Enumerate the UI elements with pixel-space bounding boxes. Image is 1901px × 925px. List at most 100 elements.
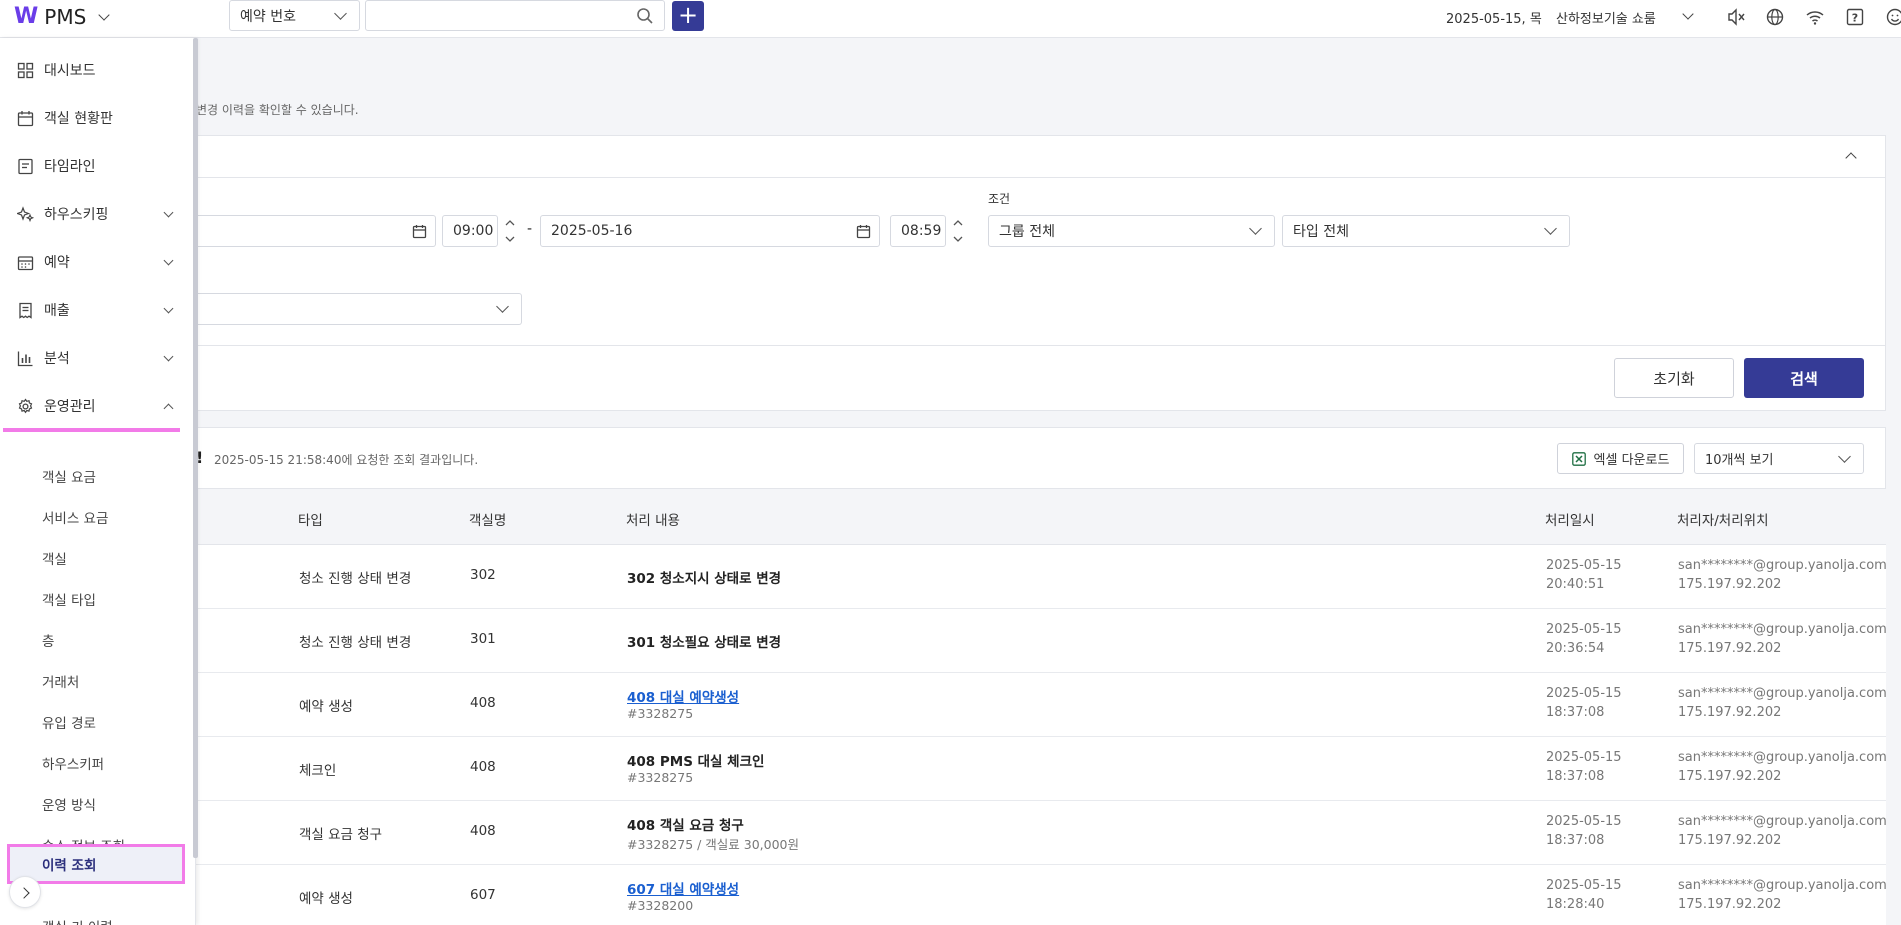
- sidebar-scrollbar[interactable]: [193, 38, 198, 858]
- sidebar-item-label: 하우스키핑: [44, 207, 109, 223]
- row-ip: 175.197.92.202: [1678, 577, 1782, 592]
- app-logo[interactable]: W PMS: [14, 4, 110, 29]
- row-content: 301 청소필요 상태로 변경: [627, 635, 782, 651]
- calendar-icon[interactable]: [856, 224, 871, 239]
- sidebar-item-reservation[interactable]: 예약: [0, 240, 192, 284]
- search-button[interactable]: 검색: [1744, 358, 1864, 398]
- table-row[interactable]: 예약 생성 607 607 대실 예약생성 #3328200 2025-05-15 18:…: [196, 865, 1887, 925]
- user-icon[interactable]: [1884, 6, 1901, 28]
- row-content-link[interactable]: 408 대실 예약생성: [627, 686, 739, 706]
- column-header-datetime: 처리일시: [1545, 513, 1595, 529]
- sidebar-subitem-room-key-history[interactable]: 객실 키 이력: [0, 906, 192, 925]
- search-icon[interactable]: [636, 7, 654, 25]
- extra-filter-select[interactable]: [196, 293, 522, 325]
- sidebar-subitem-operation-mode[interactable]: 운영 방식: [0, 784, 192, 824]
- chevron-right-icon: [18, 887, 30, 899]
- row-date: 2025-05-15: [1546, 750, 1622, 765]
- row-user: san********@group.yanolja.com: [1678, 814, 1887, 829]
- receipt-icon: [19, 302, 32, 319]
- start-date-field[interactable]: [196, 215, 436, 247]
- row-detail: #3328275 / 객실료 30,000원: [627, 837, 800, 852]
- chevron-down-icon: [163, 255, 174, 266]
- table-row[interactable]: 예약 생성 408 408 대실 예약생성 #3328275 2025-05-15 18:…: [196, 673, 1887, 737]
- sidebar-item-dashboard[interactable]: 대시보드: [0, 48, 192, 92]
- search-label: 검색: [1790, 369, 1818, 388]
- calendar-icon: [17, 110, 34, 126]
- table-header: 타입 객실명 처리 내용 처리일시 처리자/처리위치: [196, 488, 1886, 545]
- excel-download-label: 엑셀 다운로드: [1593, 453, 1670, 468]
- end-date-field[interactable]: 2025-05-16: [540, 215, 880, 247]
- chevron-down-icon: [334, 6, 347, 20]
- sidebar-item-housekeeping[interactable]: 하우스키핑: [0, 192, 192, 236]
- row-time: 18:37:08: [1546, 769, 1605, 784]
- search-input[interactable]: [365, 0, 665, 31]
- row-ip: 175.197.92.202: [1678, 705, 1782, 720]
- gear-icon: [18, 397, 33, 413]
- row-ip: 175.197.92.202: [1678, 769, 1782, 784]
- search-type-select[interactable]: 예약 번호: [229, 0, 360, 31]
- page-size-select[interactable]: 10개씩 보기: [1694, 443, 1864, 474]
- bar-chart-icon: [17, 351, 33, 366]
- sidebar-subitem-floor[interactable]: 층: [0, 620, 192, 660]
- condition-label: 조건: [988, 192, 1011, 206]
- row-type: 예약 생성: [299, 891, 353, 907]
- sidebar-item-room-status[interactable]: 객실 현황판: [0, 96, 192, 140]
- query-info: 2025-05-15 21:58:40에 요청한 조회 결과입니다.: [214, 453, 479, 467]
- wifi-icon[interactable]: [1804, 6, 1826, 28]
- row-time: 18:37:08: [1546, 705, 1605, 720]
- row-type: 체크인: [299, 763, 337, 779]
- sidebar-subitem-inflow[interactable]: 유입 경로: [0, 702, 192, 742]
- sidebar-item-label: 예약: [44, 255, 70, 271]
- row-content-link[interactable]: 607 대실 예약생성: [627, 878, 739, 898]
- excel-download-button[interactable]: 엑셀 다운로드: [1557, 443, 1684, 474]
- type-select[interactable]: 타입 전체: [1282, 215, 1570, 247]
- property-name[interactable]: 산하정보기술 쇼룸: [1556, 8, 1656, 27]
- logo-mark: W: [14, 4, 38, 29]
- row-time: 20:40:51: [1546, 577, 1605, 592]
- mute-icon[interactable]: [1725, 6, 1747, 28]
- sidebar-subitem-room-type[interactable]: 객실 타입: [0, 579, 192, 619]
- table-row[interactable]: 객실 요금 청구 408 408 객실 요금 청구 #3328275 / 객실료 30…: [196, 801, 1887, 865]
- row-room: 408: [470, 695, 496, 711]
- row-type: 청소 진행 상태 변경: [299, 571, 412, 587]
- table-row[interactable]: 청소 진행 상태 변경 301 301 청소필요 상태로 변경 2025-05-15 2…: [196, 609, 1887, 673]
- start-time-field[interactable]: 09:00: [442, 215, 498, 247]
- sidebar-subitem-room-rate[interactable]: 객실 요금: [0, 456, 192, 496]
- sidebar-subitem-housekeeper[interactable]: 하우스키퍼: [0, 743, 192, 783]
- sidebar-expand-button[interactable]: [9, 876, 41, 908]
- group-select[interactable]: 그룹 전체: [988, 215, 1275, 247]
- sidebar: 대시보드 객실 현황판 타임라인 하우스키핑 예약 매출 분석 운영관리 객실 …: [0, 38, 198, 925]
- table-row[interactable]: 청소 진행 상태 변경 302 302 청소지시 상태로 변경 2025-05-15 2…: [196, 545, 1887, 609]
- start-time-spinner[interactable]: [504, 216, 516, 246]
- row-ip: 175.197.92.202: [1678, 641, 1782, 656]
- sidebar-item-operations[interactable]: 운영관리: [0, 384, 192, 428]
- sidebar-subitem-room[interactable]: 객실: [0, 538, 192, 578]
- sidebar-item-analytics[interactable]: 분석: [0, 336, 192, 380]
- end-date-value: 2025-05-16: [551, 223, 633, 239]
- end-time-spinner[interactable]: [952, 216, 964, 246]
- sidebar-item-sales[interactable]: 매출: [0, 288, 192, 332]
- date-range-separator: -: [527, 221, 533, 237]
- row-room: 607: [470, 887, 496, 903]
- row-room: 301: [470, 631, 496, 647]
- sidebar-subitem-service-rate[interactable]: 서비스 요금: [0, 497, 192, 537]
- sidebar-subitem-client[interactable]: 거래처: [0, 661, 192, 701]
- end-time-value: 08:59: [901, 223, 942, 239]
- svg-text:?: ?: [1852, 12, 1858, 25]
- top-bar: W PMS 예약 번호 + 2025-05-15, 목 산하정보기술 쇼룸 ?: [0, 0, 1901, 38]
- add-button[interactable]: +: [672, 1, 704, 31]
- calendar-icon[interactable]: [412, 224, 427, 239]
- collapse-chevron-up-icon[interactable]: [1845, 152, 1857, 164]
- help-icon[interactable]: ?: [1844, 6, 1866, 28]
- reset-button[interactable]: 초기화: [1614, 358, 1734, 398]
- end-time-field[interactable]: 08:59: [890, 215, 946, 247]
- chevron-down-icon: [1838, 449, 1851, 463]
- globe-icon[interactable]: [1764, 6, 1786, 28]
- property-chevron-down-icon[interactable]: [1682, 8, 1694, 20]
- table-row[interactable]: 체크인 408 408 PMS 대실 체크인 #3328275 2025-05-15 18…: [196, 737, 1887, 801]
- row-time: 20:36:54: [1546, 641, 1605, 656]
- row-type: 예약 생성: [299, 699, 353, 715]
- sidebar-item-timeline[interactable]: 타임라인: [0, 144, 192, 188]
- page-size-value: 10개씩 보기: [1705, 453, 1774, 468]
- reset-label: 초기화: [1653, 369, 1695, 388]
